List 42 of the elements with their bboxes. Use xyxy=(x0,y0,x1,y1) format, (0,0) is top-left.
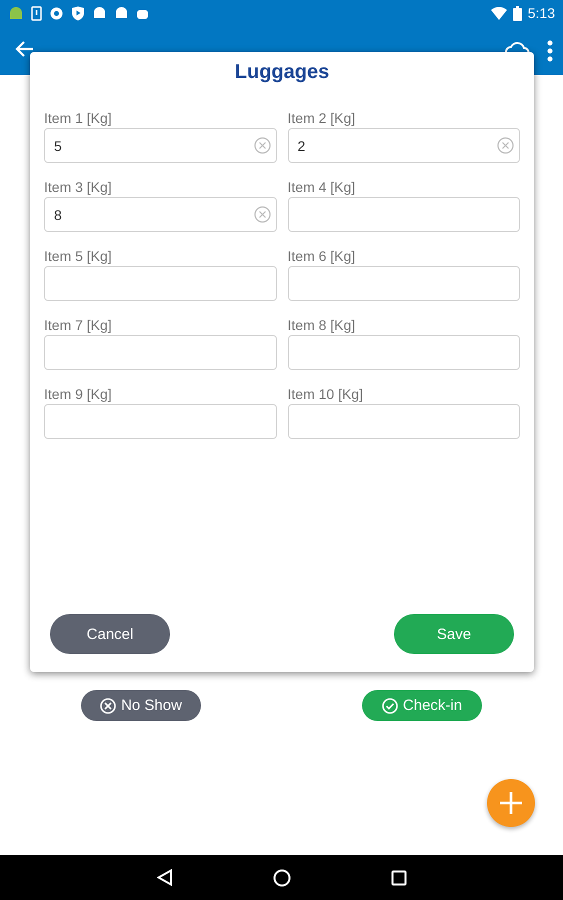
weight-input-field[interactable] xyxy=(44,335,276,370)
plus-icon xyxy=(499,791,523,815)
more-options-icon[interactable] xyxy=(547,40,553,62)
weight-input-field[interactable] xyxy=(288,335,520,370)
dialog-button[interactable]: Save xyxy=(394,614,514,654)
check-circle-icon xyxy=(382,698,398,714)
clear-icon[interactable] xyxy=(254,206,270,223)
action-button[interactable]: Check-in xyxy=(362,690,482,721)
field-label: Item 1 [Kg] xyxy=(44,110,112,127)
weight-input-field[interactable] xyxy=(44,266,276,301)
close-circle-icon xyxy=(100,698,116,714)
weight-input-field[interactable] xyxy=(44,404,276,439)
phone-alert-icon xyxy=(31,6,42,20)
dialog-button[interactable]: Cancel xyxy=(50,614,170,654)
add-button[interactable] xyxy=(487,779,535,827)
field-label: Item 8 [Kg] xyxy=(288,317,356,334)
field-label: Item 10 [Kg] xyxy=(288,386,363,403)
recents-icon[interactable] xyxy=(390,870,406,886)
dialog-title: Luggages xyxy=(234,61,330,84)
battery-icon xyxy=(512,6,522,20)
field-label: Item 4 [Kg] xyxy=(288,179,356,196)
field-label: Item 2 [Kg] xyxy=(288,110,356,127)
field-label: Item 7 [Kg] xyxy=(44,317,112,334)
back-arrow-icon[interactable] xyxy=(14,40,34,58)
home-icon[interactable] xyxy=(272,868,290,886)
field-label: Item 5 [Kg] xyxy=(44,248,112,265)
clear-icon[interactable] xyxy=(254,137,270,154)
weight-input-field[interactable] xyxy=(288,404,520,439)
wifi-icon xyxy=(490,6,507,20)
weight-input-field[interactable]: 8 xyxy=(44,197,276,232)
back-icon[interactable] xyxy=(156,869,172,886)
weight-input-field[interactable]: 5 xyxy=(44,128,276,163)
action-button[interactable]: No Show xyxy=(81,690,201,721)
clock-time: 5:13 xyxy=(528,5,555,21)
weight-input-field[interactable] xyxy=(288,266,520,301)
field-label: Item 9 [Kg] xyxy=(44,386,112,403)
shield-icon xyxy=(71,6,85,20)
weight-input-field[interactable] xyxy=(288,197,520,232)
weight-input-field[interactable]: 2 xyxy=(288,128,520,163)
field-label: Item 6 [Kg] xyxy=(288,248,356,265)
clear-icon[interactable] xyxy=(497,137,514,154)
field-label: Item 3 [Kg] xyxy=(44,179,112,196)
